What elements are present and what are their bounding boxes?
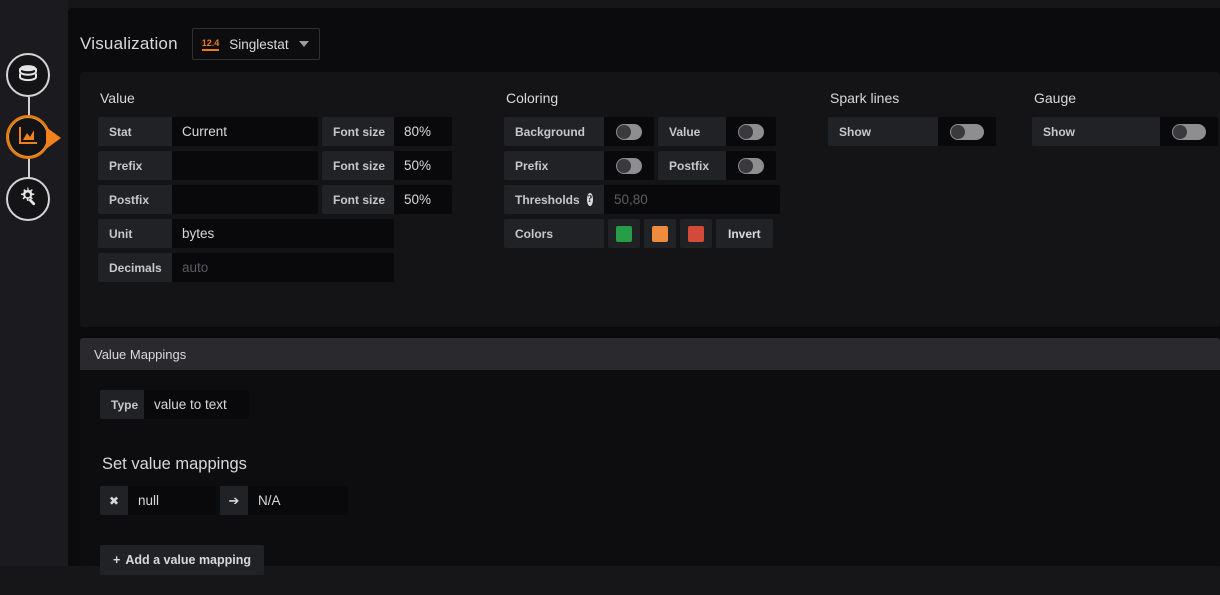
threshold-color-2-button[interactable] [644, 219, 676, 248]
set-value-mappings-title: Set value mappings [102, 455, 247, 473]
colors-row: Colors Invert [504, 219, 804, 248]
color-swatch [616, 225, 632, 242]
visualization-type-picker[interactable]: 12.4 Singlestat [191, 28, 320, 60]
value-mappings-card: Value Mappings Type value to text Set va… [80, 338, 1220, 575]
spark-lines-section-title: Spark lines [830, 90, 900, 106]
toggle-switch-icon [738, 157, 764, 174]
coloring-postfix-label: Postfix [658, 151, 726, 180]
invert-colors-button[interactable]: Invert [716, 219, 773, 248]
spark-show-toggle[interactable] [938, 117, 996, 146]
thresholds-label: Thresholds [515, 192, 580, 207]
postfix-font-size-select[interactable]: 50% [394, 185, 452, 214]
color-swatch [652, 225, 668, 242]
colors-label: Colors [504, 219, 604, 248]
value-section-title: Value [100, 90, 135, 106]
postfix-font-size-label: Font size [322, 185, 394, 214]
visualization-header: Visualization 12.4 Singlestat [80, 24, 320, 64]
stat-select[interactable]: Current [172, 117, 318, 146]
visualization-type-value: Singlestat [229, 36, 289, 52]
unit-label: Unit [98, 219, 172, 248]
chevron-down-icon [298, 41, 309, 47]
coloring-prefix-toggle[interactable] [604, 151, 654, 180]
postfix-label: Postfix [98, 185, 172, 214]
coloring-toggles-row-2: Prefix Postfix [504, 151, 804, 180]
gauge-options-section: Gauge Show [1032, 90, 1220, 151]
spark-lines-options-section: Spark lines Show [828, 90, 1008, 151]
remove-mapping-button[interactable]: ✖ [100, 486, 128, 515]
coloring-value-toggle[interactable] [726, 117, 776, 146]
coloring-background-toggle[interactable] [604, 117, 654, 146]
help-icon[interactable]: ? [586, 193, 593, 206]
prefix-label: Prefix [98, 151, 172, 180]
gauge-section-title: Gauge [1034, 90, 1077, 106]
gear-wrench-icon [16, 185, 40, 214]
threshold-color-1-button[interactable] [608, 219, 640, 248]
decimals-input[interactable]: auto [172, 253, 394, 282]
arrow-right-icon: ➔ [220, 486, 248, 515]
mapping-type-row: Type value to text [100, 390, 1200, 419]
coloring-postfix-toggle[interactable] [726, 151, 776, 180]
postfix-input[interactable] [172, 185, 318, 214]
prefix-font-size-label: Font size [322, 151, 394, 180]
color-swatch [688, 225, 704, 242]
stat-row: Stat Current Font size 80% [98, 117, 478, 146]
toggle-switch-icon [738, 123, 764, 140]
stat-font-size-label: Font size [322, 117, 394, 146]
active-pointer-icon [46, 127, 61, 149]
prefix-row: Prefix Font size 50% [98, 151, 478, 180]
coloring-background-label: Background [504, 117, 604, 146]
value-options-section: Value Stat Current Font size 80% Prefix … [98, 90, 478, 287]
spark-show-row: Show [828, 117, 1008, 146]
stat-label: Stat [98, 117, 172, 146]
decimals-row: Decimals auto [98, 253, 478, 282]
sidebar-item-general-settings[interactable] [6, 177, 50, 221]
database-icon [16, 61, 40, 90]
panel-editor: Visualization 12.4 Singlestat Value Stat… [68, 8, 1220, 575]
plus-icon: + [113, 553, 121, 567]
toggle-switch-icon [950, 123, 984, 140]
coloring-value-label: Value [658, 117, 726, 146]
singlestat-icon: 12.4 [201, 38, 220, 51]
coloring-section-title: Coloring [506, 90, 559, 106]
gauge-show-label: Show [1032, 117, 1160, 146]
graph-icon [16, 123, 40, 152]
add-value-mapping-label: Add a value mapping [125, 553, 252, 567]
toggle-switch-icon [616, 157, 642, 174]
mapping-type-select[interactable]: value to text [144, 390, 249, 419]
threshold-color-3-button[interactable] [680, 219, 712, 248]
value-mapping-row: ✖ null ➔ N/A [100, 486, 1200, 515]
mapping-to-input[interactable]: N/A [248, 486, 348, 515]
prefix-input[interactable] [172, 151, 318, 180]
singlestat-options-card: Value Stat Current Font size 80% Prefix … [80, 72, 1220, 327]
page-title: Visualization [80, 34, 178, 53]
value-mappings-header: Value Mappings [80, 338, 1220, 370]
thresholds-input[interactable]: 50,80 [604, 185, 780, 214]
prefix-font-size-select[interactable]: 50% [394, 151, 452, 180]
toggle-switch-icon [1172, 123, 1206, 140]
thresholds-row: Thresholds ? 50,80 [504, 185, 804, 214]
gauge-show-row: Show [1032, 117, 1220, 146]
coloring-prefix-label: Prefix [504, 151, 604, 180]
coloring-toggles-row-1: Background Value [504, 117, 804, 146]
decimals-label: Decimals [98, 253, 172, 282]
toggle-switch-icon [616, 123, 642, 140]
sidebar-item-visualization[interactable] [6, 115, 61, 159]
mapping-from-input[interactable]: null [128, 486, 216, 515]
postfix-row: Postfix Font size 50% [98, 185, 478, 214]
sidebar-item-datasource[interactable] [6, 53, 50, 97]
gauge-show-toggle[interactable] [1160, 117, 1218, 146]
value-mappings-body: Type value to text Set value mappings ✖ … [80, 370, 1220, 595]
mapping-type-label: Type [100, 390, 144, 419]
unit-row: Unit bytes [98, 219, 478, 248]
add-value-mapping-button[interactable]: + Add a value mapping [100, 545, 265, 575]
unit-select[interactable]: bytes [172, 219, 394, 248]
coloring-options-section: Coloring Background Value Prefix Postfix [504, 90, 804, 253]
stat-font-size-select[interactable]: 80% [394, 117, 452, 146]
editor-side-rail [0, 0, 68, 566]
spark-show-label: Show [828, 117, 938, 146]
